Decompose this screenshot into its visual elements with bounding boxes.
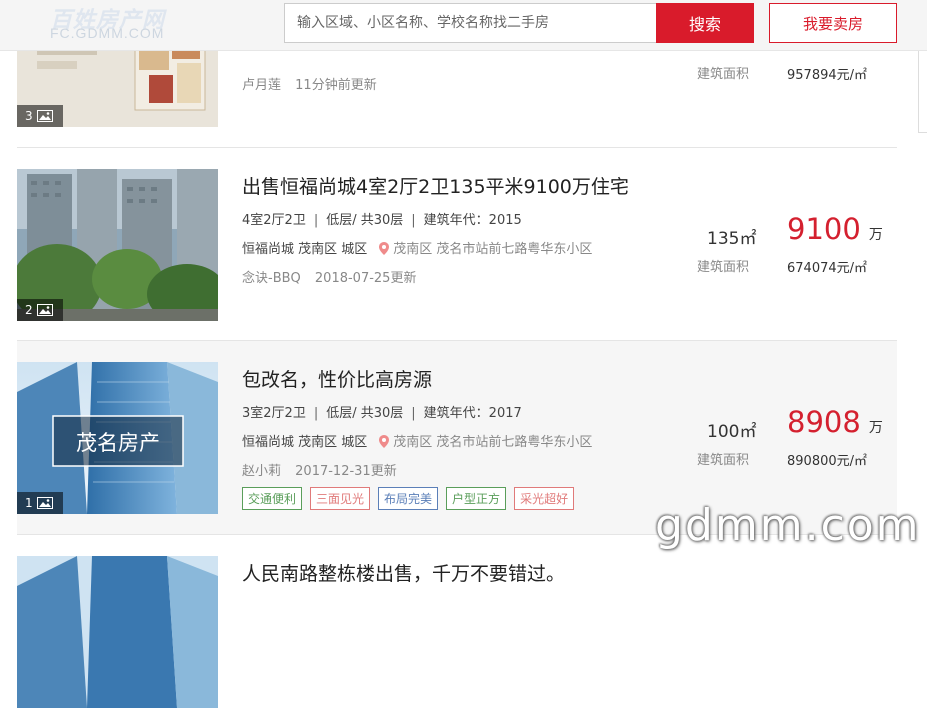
- agent-name[interactable]: 卢月莲: [242, 78, 281, 93]
- price-value: 9100: [787, 212, 861, 246]
- site-logo-subtitle: FC.GDMM.COM: [50, 25, 165, 41]
- separator: |: [313, 406, 319, 421]
- build-year: 建筑年代：2017: [423, 406, 522, 421]
- unit-price: 890800元/㎡: [787, 454, 868, 469]
- search-input[interactable]: [284, 3, 656, 43]
- area-label: 建筑面积: [697, 260, 750, 275]
- listing-photo[interactable]: 2: [17, 169, 218, 321]
- photo-caption: 茂名房产: [76, 431, 160, 455]
- photo-count: 1: [25, 496, 33, 510]
- area-value: 100㎡: [707, 422, 757, 442]
- community-name[interactable]: 恒福尚城 茂南区 城区: [242, 242, 367, 257]
- image-icon: [36, 110, 53, 122]
- listing-title[interactable]: 出售恒福尚城4室2厅2卫135平米9100万住宅: [242, 172, 629, 199]
- update-time: 2017-12-31更新: [295, 464, 397, 479]
- location-pin-icon: [379, 435, 390, 448]
- separator: |: [411, 406, 416, 421]
- agent-name[interactable]: 念诀-BBQ: [242, 271, 301, 286]
- update-time: 2018-07-25更新: [314, 271, 417, 286]
- area-label: 建筑面积: [697, 67, 750, 82]
- feature-tag: 三面见光: [310, 487, 371, 510]
- floor-info: 低层/ 共30层: [326, 406, 404, 421]
- listing-meta: 卢月莲 11分钟前更新: [242, 74, 377, 93]
- feature-tag: 采光超好: [514, 487, 575, 510]
- listing-title[interactable]: 包改名，性价比高房源: [242, 365, 432, 392]
- location-pin-icon: [379, 242, 390, 255]
- address: 茂南区 茂名市站前七路粤华东小区: [393, 242, 593, 257]
- site-watermark: gdmm.com: [655, 500, 921, 551]
- sell-house-button[interactable]: 我要卖房: [769, 3, 897, 43]
- unit-price: 957894元/㎡: [787, 68, 868, 83]
- address: 茂南区 茂名市站前七路粤华东小区: [393, 435, 593, 450]
- price-value: 8908: [787, 405, 861, 439]
- build-year: 建筑年代：2015: [423, 213, 522, 228]
- community-name[interactable]: 恒福尚城 茂南区 城区: [242, 435, 367, 450]
- feature-tag: 户型正方: [446, 487, 507, 510]
- unit-price: 674074元/㎡: [787, 261, 868, 276]
- feature-tag: 交通便利: [242, 487, 303, 510]
- search-button[interactable]: 搜索: [656, 3, 754, 43]
- image-icon: [36, 497, 53, 509]
- separator: |: [313, 213, 319, 228]
- area-value: 135㎡: [707, 229, 757, 249]
- building-photo: [17, 556, 218, 708]
- listing-item[interactable]: 2 出售恒福尚城4室2厅2卫135平米9100万住宅 4室2厅2卫 | 低层/ 共3…: [17, 148, 897, 341]
- price-unit: 万: [868, 420, 883, 436]
- listing-location: 恒福尚城 茂南区 城区 茂南区 茂名市站前七路粤华东小区: [242, 238, 592, 257]
- agent-name[interactable]: 赵小莉: [242, 464, 281, 479]
- photo-count: 3: [25, 109, 33, 123]
- listing-title[interactable]: 人民南路整栋楼出售，千万不要错过。: [242, 559, 565, 586]
- floor-info: 低层/ 共30层: [326, 213, 404, 228]
- price-unit: 万: [868, 227, 883, 243]
- listing-meta: 念诀-BBQ 2018-07-25更新: [242, 267, 416, 286]
- total-price: 9100 万: [787, 212, 883, 246]
- room-layout: 3室2厅2卫: [242, 406, 306, 421]
- area-label: 建筑面积: [697, 453, 750, 468]
- listing-meta: 赵小莉 2017-12-31更新: [242, 460, 397, 479]
- photo-count-badge: 1: [17, 492, 63, 514]
- feature-tags: 交通便利 三面见光 布局完美 户型正方 采光超好: [242, 487, 575, 510]
- photo-count-badge: 2: [17, 299, 63, 321]
- total-price: 8908 万: [787, 405, 883, 439]
- image-icon: [36, 304, 53, 316]
- listing-photo[interactable]: 茂名房产 1: [17, 362, 218, 514]
- separator: |: [411, 213, 416, 228]
- photo-count-badge: 3: [17, 105, 63, 127]
- listing-attributes: 4室2厅2卫 | 低层/ 共30层 | 建筑年代：2015: [242, 209, 522, 228]
- top-bar: 百姓房产网 FC.GDMM.COM 搜索 我要卖房: [0, 0, 927, 51]
- room-layout: 4室2厅2卫: [242, 213, 306, 228]
- listing-attributes: 3室2厅2卫 | 低层/ 共30层 | 建筑年代：2017: [242, 402, 522, 421]
- listing-photo[interactable]: [17, 556, 218, 708]
- side-panel-edge: [918, 50, 927, 133]
- update-time: 11分钟前更新: [295, 78, 377, 93]
- listing-location: 恒福尚城 茂南区 城区 茂南区 茂名市站前七路粤华东小区: [242, 431, 592, 450]
- photo-count: 2: [25, 303, 33, 317]
- feature-tag: 布局完美: [378, 487, 439, 510]
